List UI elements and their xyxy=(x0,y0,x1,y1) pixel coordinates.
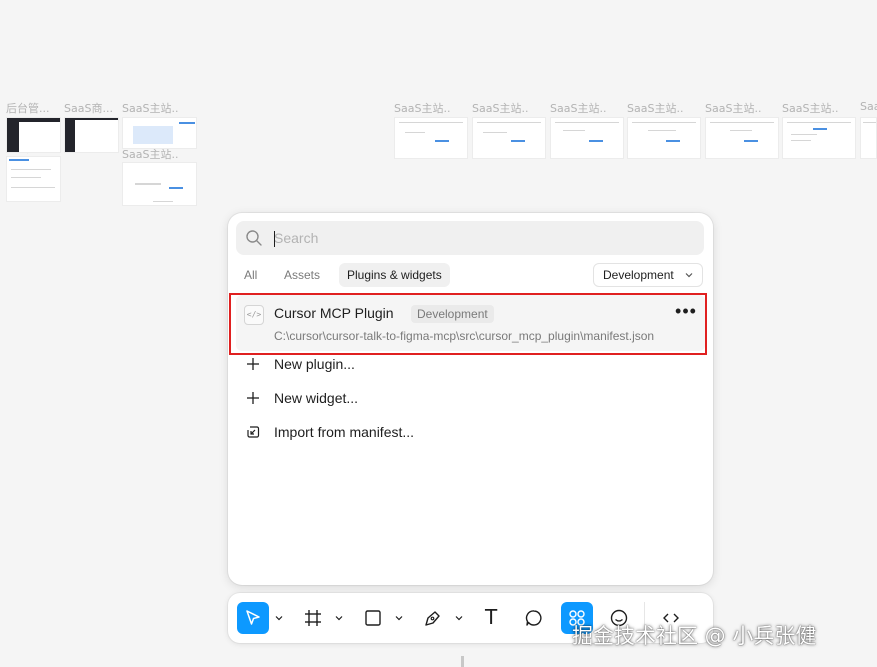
frame-label[interactable]: SaaS主站... xyxy=(122,100,178,116)
import-manifest-item[interactable]: Import from manifest... xyxy=(236,417,705,447)
chevron-down-icon xyxy=(685,273,693,278)
frame-thumbnail[interactable] xyxy=(782,117,856,159)
plugin-list-item[interactable]: </> Cursor MCP Plugin Development C:\cur… xyxy=(236,295,705,351)
frame-thumbnail[interactable] xyxy=(705,117,779,159)
tab-plugins-widgets[interactable]: Plugins & widgets xyxy=(339,263,450,287)
frame-grid-icon xyxy=(305,610,321,626)
frame-label[interactable]: SaaS主站... xyxy=(472,100,528,116)
chevron-down-icon[interactable] xyxy=(335,615,343,621)
resources-popup: All Assets Plugins & widgets Development… xyxy=(228,213,713,585)
frame-thumbnail[interactable] xyxy=(122,162,197,206)
frame-label[interactable]: SaaS商... xyxy=(64,100,120,116)
code-icon: </> xyxy=(244,305,264,325)
plugin-name: Cursor MCP Plugin xyxy=(274,305,394,321)
chevron-down-icon[interactable] xyxy=(455,615,463,621)
rectangle-tool-button[interactable] xyxy=(357,602,389,634)
frame-thumbnail[interactable] xyxy=(860,117,877,159)
frame-thumbnail[interactable] xyxy=(472,117,546,159)
comment-bubble-icon xyxy=(525,610,542,626)
frame-thumbnail[interactable] xyxy=(627,117,701,159)
search-icon xyxy=(246,230,262,246)
frame-tool-button[interactable] xyxy=(297,602,329,634)
filter-dropdown[interactable]: Development xyxy=(593,263,703,287)
chevron-down-icon[interactable] xyxy=(395,615,403,621)
frame-thumbnail[interactable] xyxy=(64,117,119,153)
frame-label[interactable]: SaaS主站... xyxy=(627,100,683,116)
search-input[interactable] xyxy=(274,227,684,249)
new-widget-item[interactable]: New widget... xyxy=(236,383,705,413)
tab-all[interactable]: All xyxy=(236,263,265,287)
frame-thumbnail[interactable] xyxy=(6,156,61,202)
pen-tool-button[interactable] xyxy=(417,602,449,634)
plus-icon xyxy=(247,358,259,370)
frame-thumbnail[interactable] xyxy=(394,117,468,159)
move-tool-button[interactable] xyxy=(237,602,269,634)
canvas-scroll-indicator xyxy=(461,656,464,667)
frame-label[interactable]: SaaS主站... xyxy=(394,100,450,116)
plugin-manifest-path: C:\cursor\cursor-talk-to-figma-mcp\src\c… xyxy=(274,329,655,343)
frame-label[interactable]: SaaS主站... xyxy=(705,100,761,116)
watermark-text: 掘金技术社区 @ 小兵张健 xyxy=(572,624,817,648)
menu-item-label: Import from manifest... xyxy=(274,424,415,440)
import-icon xyxy=(247,426,260,438)
filter-dropdown-value: Development xyxy=(603,268,674,282)
menu-item-label: New widget... xyxy=(274,390,359,406)
frame-label[interactable]: 后台管... xyxy=(6,100,62,116)
development-badge: Development xyxy=(411,305,494,323)
search-box[interactable] xyxy=(236,221,704,255)
cursor-arrow-icon xyxy=(246,610,260,625)
plus-icon xyxy=(247,392,259,404)
chevron-down-icon[interactable] xyxy=(275,615,283,621)
menu-item-label: New plugin... xyxy=(274,356,355,372)
frame-thumbnail[interactable] xyxy=(550,117,624,159)
text-t-icon: T xyxy=(485,605,498,629)
frame-thumbnail[interactable] xyxy=(6,117,61,153)
more-options-button[interactable]: ••• xyxy=(675,302,697,321)
frame-thumbnail[interactable] xyxy=(122,117,197,149)
tab-assets[interactable]: Assets xyxy=(276,263,328,287)
new-plugin-item[interactable]: New plugin... xyxy=(236,349,705,379)
pen-icon xyxy=(425,611,440,626)
comment-tool-button[interactable] xyxy=(518,602,550,634)
text-caret xyxy=(274,231,275,247)
frame-label[interactable]: SaaS主站... xyxy=(782,100,838,116)
text-tool-button[interactable]: T xyxy=(476,602,508,634)
frame-label[interactable]: Saa xyxy=(860,100,877,113)
square-icon xyxy=(365,610,381,626)
frame-label[interactable]: SaaS主站... xyxy=(550,100,606,116)
